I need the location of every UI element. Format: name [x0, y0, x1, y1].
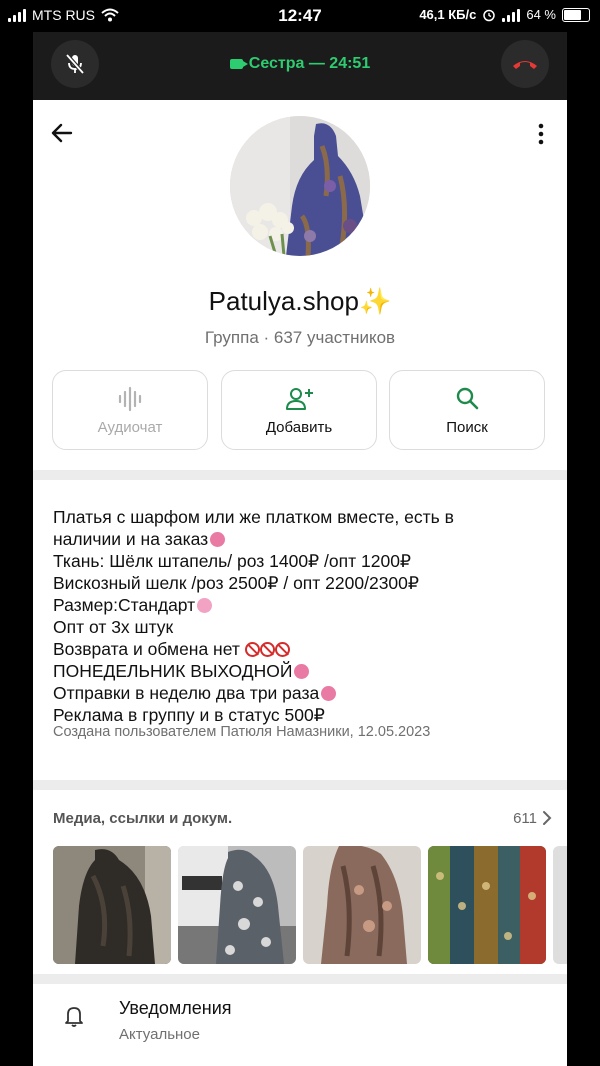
media-photo — [428, 846, 546, 964]
description-line: Отправки в неделю два три раза — [53, 683, 320, 703]
description-line: Реклама в группу и в статус 500₽ — [53, 705, 325, 725]
hang-up-icon — [513, 61, 537, 69]
group-header-card: Patulya.shop✨ Группа · 637 участников Ау… — [33, 100, 567, 470]
status-right: 46,1 КБ/с 64 % — [419, 7, 590, 22]
active-call-bar[interactable]: Сестра — 24:51 — [33, 32, 567, 100]
media-thumbnail[interactable] — [553, 846, 567, 964]
battery-icon — [562, 7, 590, 22]
back-arrow-icon[interactable] — [49, 120, 75, 146]
hang-up-button[interactable] — [501, 40, 549, 88]
description-line: ПОНЕДЕЛЬНИК ВЫХОДНОЙ — [53, 661, 293, 681]
description-line: Размер:Стандарт — [53, 595, 196, 615]
media-section-title[interactable]: Медиа, ссылки и докум. — [53, 810, 232, 827]
search-label: Поиск — [446, 419, 488, 436]
group-name: Patulya.shop✨ — [208, 286, 392, 316]
media-thumbnail[interactable] — [428, 846, 546, 964]
group-subtitle: Группа · 637 участников — [204, 328, 396, 347]
search-button[interactable]: Поиск — [389, 370, 545, 450]
notifications-row[interactable]: Уведомления Актуальное — [33, 984, 567, 1066]
created-by-label: Создана пользователем Патюля Намазники, … — [53, 724, 431, 740]
call-title-text: Сестра — 24:51 — [248, 55, 371, 72]
media-thumbnail[interactable] — [53, 846, 171, 964]
add-member-button[interactable]: Добавить — [221, 370, 377, 450]
status-bar: MTS RUS 12:47 46,1 КБ/с 64 % — [0, 0, 600, 32]
group-avatar[interactable] — [230, 116, 370, 256]
network-speed: 46,1 КБ/с — [419, 7, 477, 22]
group-description: Платья с шарфом или же платком вместе, е… — [53, 506, 523, 726]
prohibited-emoji-icon — [274, 642, 290, 657]
tulip-emoji-icon — [321, 686, 337, 701]
audio-chat-label: Аудиочат — [97, 419, 163, 436]
notifications-status: Актуальное — [119, 1026, 200, 1043]
description-line-row: Возврата и обмена нет — [53, 638, 523, 660]
chevron-right-icon[interactable] — [541, 810, 553, 826]
description-line-row: Отправки в неделю два три раза — [53, 682, 523, 704]
media-thumbnail[interactable] — [178, 846, 296, 964]
audio-wave-icon — [118, 386, 142, 412]
media-card[interactable]: Медиа, ссылки и докум. 611 — [33, 790, 567, 974]
description-line: Опт от 3х штук — [53, 617, 174, 637]
description-line-row: Размер:Стандарт — [53, 594, 523, 616]
tulip-emoji-icon — [294, 664, 310, 679]
description-line-row: наличии и на заказ — [53, 528, 523, 550]
media-photo — [178, 846, 296, 964]
media-photo — [303, 846, 421, 964]
prohibited-emoji-icon — [259, 642, 275, 657]
description-line: Вискозный шелк /роз 2500₽ / опт 2200/230… — [53, 573, 420, 593]
media-thumbnail[interactable] — [303, 846, 421, 964]
description-line: Ткань: Шёлк штапель/ роз 1400₽ /опт 1200… — [53, 551, 412, 571]
add-user-icon — [286, 388, 313, 410]
audio-chat-button[interactable]: Аудиочат — [52, 370, 208, 450]
search-icon — [456, 387, 479, 410]
signal-icon-2 — [502, 8, 521, 22]
media-photo — [53, 846, 171, 964]
more-options-icon[interactable] — [531, 122, 551, 146]
description-line-row: ПОНЕДЕЛЬНИК ВЫХОДНОЙ — [53, 660, 523, 682]
avatar-photo — [230, 116, 370, 256]
tulip-emoji-icon — [210, 532, 226, 547]
bell-icon — [65, 1007, 83, 1027]
description-line: Платья с шарфом или же платком вместе, е… — [53, 507, 454, 527]
alarm-icon — [483, 9, 496, 21]
call-title[interactable]: Сестра — 24:51 — [33, 55, 567, 73]
prohibited-emoji-icon — [244, 642, 260, 657]
add-member-label: Добавить — [265, 419, 333, 436]
description-line: наличии и на заказ — [53, 529, 209, 549]
group-description-card: Платья с шарфом или же платком вместе, е… — [33, 480, 567, 780]
video-camera-icon — [229, 59, 248, 69]
group-info-screen: Patulya.shop✨ Группа · 637 участников Ау… — [33, 100, 567, 1066]
battery-percent: 64 % — [526, 7, 556, 22]
cherry-blossom-emoji-icon — [197, 598, 213, 613]
description-line: Возврата и обмена нет — [53, 639, 240, 659]
media-count[interactable]: 611 — [513, 810, 537, 827]
notifications-title: Уведомления — [119, 998, 232, 1018]
